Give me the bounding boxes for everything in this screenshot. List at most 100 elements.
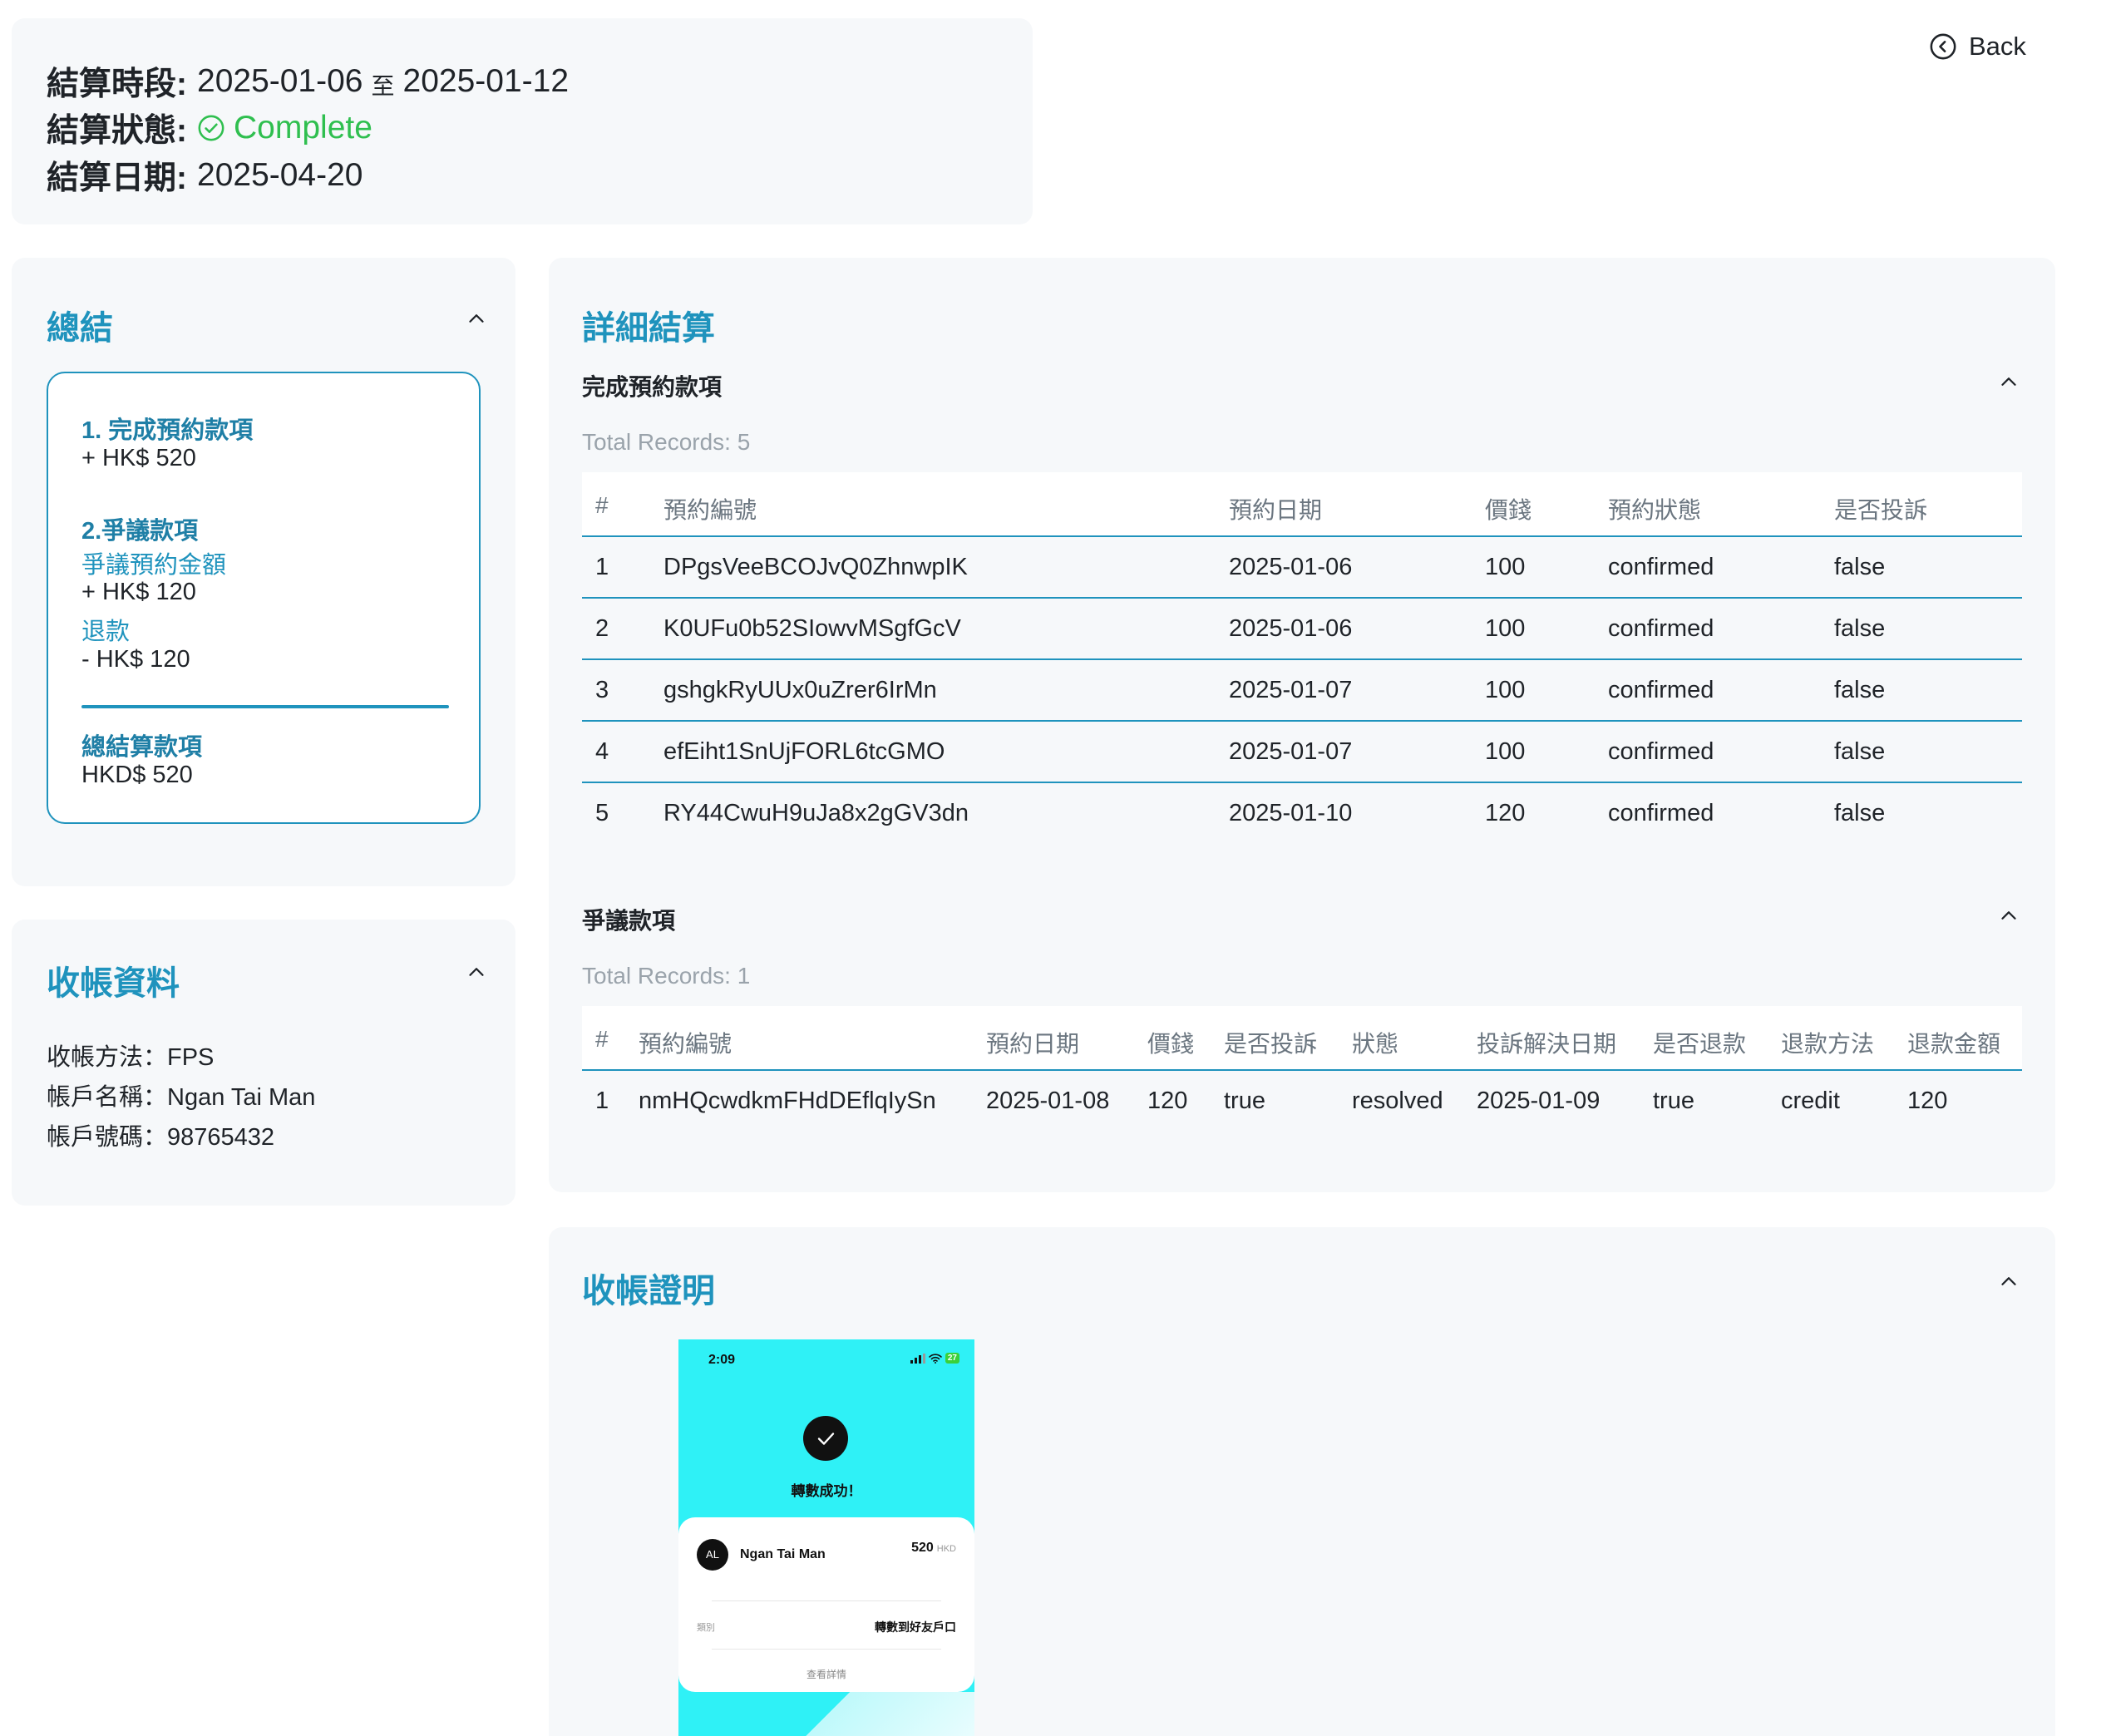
table-cell: 2025-01-07 — [1229, 738, 1353, 765]
proof-title: 收帳證明 — [582, 1273, 715, 1309]
decorative-graphic — [678, 1692, 974, 1736]
table-row: 4 efEiht1SnUjFORL6tcGMO 2025-01-07 100 c… — [582, 722, 2022, 783]
summary-collapse-button[interactable] — [464, 306, 489, 331]
table-row: 2 K0UFu0b52SIowvMSgfGcV 2025-01-06 100 c… — [582, 599, 2022, 660]
completed-table: # 預約編號 預約日期 價錢 預約狀態 是否投訴 1 DPgsVeeBCOJvQ… — [582, 472, 2022, 845]
column-header: 退款方法 — [1781, 1031, 1875, 1057]
table-cell: nmHQcwdkmFHdDEflqIySn — [639, 1087, 936, 1114]
chevron-up-icon — [2001, 911, 2016, 920]
transfer-type-value: 轉數到好友戶口 — [875, 1620, 956, 1634]
table-cell: 1 — [595, 1087, 609, 1114]
success-check-icon — [803, 1416, 848, 1461]
chevron-up-icon — [469, 314, 484, 323]
settlement-info-card: 結算時段: 2025-01-06 至 2025-01-12 結算狀態: Comp… — [12, 18, 1033, 224]
back-button[interactable]: Back — [1929, 32, 2026, 62]
table-cell: 100 — [1485, 615, 1526, 642]
details-card: 詳細結算 完成預約款項 Total Records: 5 # 預約編號 預約日期… — [549, 258, 2055, 1192]
table-row: 5 RY44CwuH9uJa8x2gGV3dn 2025-01-10 120 c… — [582, 783, 2022, 845]
completed-collapse-button[interactable] — [1996, 369, 2021, 394]
settlement-period-label: 結算時段: — [47, 67, 187, 102]
table-row: 1 nmHQcwdkmFHdDEflqIySn 2025-01-08 120 t… — [582, 1071, 2022, 1132]
back-label: Back — [1969, 32, 2026, 61]
payee-info-card: 收帳資料 收帳方法：FPS 帳戶名稱：Ngan Tai Man 帳戶號碼：987… — [12, 920, 515, 1206]
payment-proof-card: 收帳證明 2:09 27 轉數成功！ AL Ngan Tai Man 520 HK… — [549, 1227, 2055, 1736]
column-header: 投訴解決日期 — [1477, 1031, 1617, 1057]
total-label: 總結算款項 — [81, 734, 203, 761]
table-cell: 120 — [1907, 1087, 1948, 1114]
disputes-section-title: 爭議款項 — [582, 908, 676, 934]
table-cell: credit — [1781, 1087, 1840, 1114]
transfer-success-text: 轉數成功！ — [791, 1483, 862, 1499]
avatar: AL — [697, 1539, 728, 1571]
column-header: 預約日期 — [1229, 497, 1323, 523]
recipient-name: Ngan Tai Man — [740, 1547, 826, 1561]
phone-status-icons: 27 — [910, 1353, 959, 1364]
settlement-date-label: 結算日期: — [47, 160, 187, 196]
column-header: # — [595, 1026, 609, 1052]
completed-records-count: Total Records: 5 — [582, 429, 751, 455]
dispute-amount-label: 爭議預約金額 — [81, 552, 227, 579]
refund-amount: - HK$ 120 — [81, 646, 190, 673]
settlement-status-label: 結算狀態: — [47, 113, 187, 149]
payment-proof-image[interactable]: 2:09 27 轉數成功！ AL Ngan Tai Man 520 HKD 類別 … — [678, 1339, 974, 1736]
transfer-currency: HKD — [936, 1544, 956, 1554]
disputes-table: # 預約編號 預約日期 價錢 是否投訴 狀態 投訴解決日期 是否退款 退款方法 … — [582, 1006, 2022, 1139]
refund-label: 退款 — [81, 619, 131, 645]
table-row: 3 gshgkRyUUx0uZrer6IrMn 2025-01-07 100 c… — [582, 660, 2022, 722]
column-header: 是否投訴 — [1224, 1031, 1318, 1057]
settlement-status-value: Complete — [234, 110, 372, 145]
table-cell: confirmed — [1608, 554, 1714, 580]
table-cell: true — [1653, 1087, 1694, 1114]
chevron-up-icon — [2001, 1277, 2016, 1285]
table-cell: K0UFu0b52SIowvMSgfGcV — [663, 615, 961, 642]
settlement-date-value: 2025-04-20 — [197, 157, 363, 193]
summary-card: 總結 1. 完成預約款項 + HK$ 520 2.爭議款項 爭議預約金額 + H… — [12, 258, 515, 886]
table-cell: false — [1834, 800, 1886, 826]
column-header: 預約狀態 — [1608, 497, 1702, 523]
payee-method: 收帳方法：FPS — [47, 1044, 215, 1071]
table-cell: 120 — [1147, 1087, 1188, 1114]
settlement-period-end: 2025-01-12 — [402, 63, 570, 99]
divider — [712, 1649, 941, 1650]
table-cell: 2025-01-06 — [1229, 615, 1353, 642]
table-cell: confirmed — [1608, 738, 1714, 765]
table-cell: 100 — [1485, 554, 1526, 580]
table-cell: true — [1224, 1087, 1265, 1114]
table-cell: DPgsVeeBCOJvQ0ZhnwpIK — [663, 554, 968, 580]
table-cell: confirmed — [1608, 800, 1714, 826]
column-header: 狀態 — [1352, 1031, 1399, 1057]
chevron-up-icon — [2001, 377, 2016, 386]
column-header: 退款金額 — [1907, 1031, 2001, 1057]
table-header: # 預約編號 預約日期 價錢 預約狀態 是否投訴 — [582, 472, 2022, 537]
chevron-left-circle-icon — [1930, 33, 1956, 60]
column-header: 價錢 — [1147, 1031, 1195, 1057]
table-cell: false — [1834, 738, 1886, 765]
total-amount: HKD$ 520 — [81, 762, 193, 788]
settlement-date-row: 結算日期: 2025-04-20 — [47, 152, 363, 199]
signal-icon — [910, 1353, 925, 1364]
table-cell: 100 — [1485, 738, 1526, 765]
summary-title: 總結 — [47, 310, 113, 347]
column-header: 預約日期 — [986, 1031, 1080, 1057]
check-circle-icon — [198, 115, 224, 141]
transfer-amount: 520 HKD — [911, 1541, 956, 1556]
payee-collapse-button[interactable] — [464, 959, 489, 984]
table-row: 1 DPgsVeeBCOJvQ0ZhnwpIK 2025-01-06 100 c… — [582, 537, 2022, 599]
table-cell: efEiht1SnUjFORL6tcGMO — [663, 738, 945, 765]
completed-amount: + HK$ 520 — [81, 445, 196, 471]
proof-collapse-button[interactable] — [1996, 1269, 2021, 1294]
table-cell: RY44CwuH9uJa8x2gGV3dn — [663, 800, 969, 826]
payee-account-number: 帳戶號碼：98765432 — [47, 1124, 275, 1151]
column-header: 價錢 — [1485, 497, 1532, 523]
payee-title: 收帳資料 — [47, 965, 180, 1002]
table-cell: 2025-01-07 — [1229, 677, 1353, 703]
table-cell: gshgkRyUUx0uZrer6IrMn — [663, 677, 937, 703]
battery-icon: 27 — [945, 1353, 959, 1364]
dispute-amount: + HK$ 120 — [81, 579, 196, 605]
table-cell: 2025-01-08 — [986, 1087, 1110, 1114]
completed-heading: 1. 完成預約款項 — [81, 417, 254, 444]
disputes-collapse-button[interactable] — [1996, 903, 2021, 928]
settlement-period-row: 結算時段: 2025-01-06 至 2025-01-12 — [47, 58, 569, 105]
wifi-icon — [929, 1353, 942, 1364]
dispute-heading: 2.爭議款項 — [81, 518, 199, 545]
